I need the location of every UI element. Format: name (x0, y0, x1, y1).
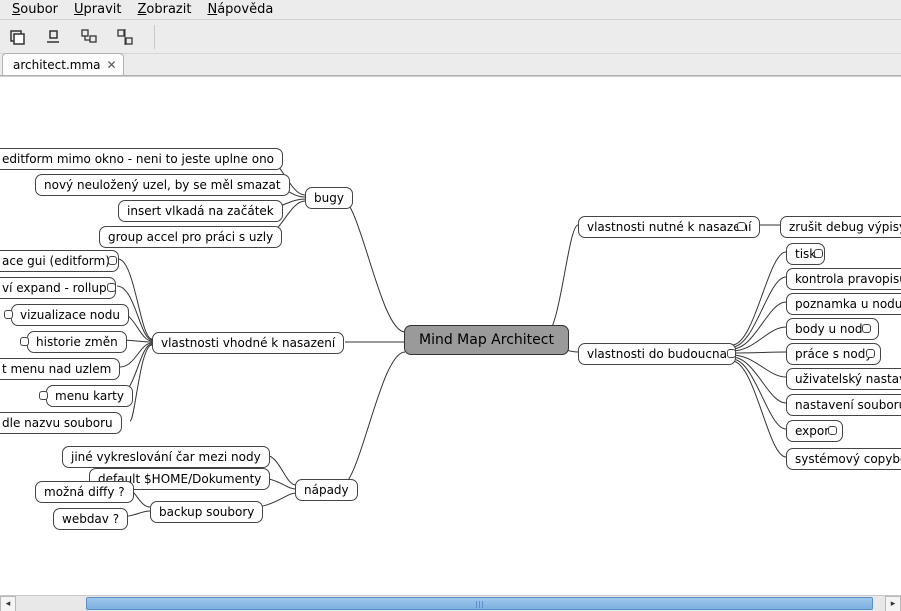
scroll-left-button[interactable]: ◂ (0, 596, 16, 611)
node-bugy-child-1[interactable]: nový neuložený uzel, by se měl smazat (35, 174, 290, 196)
node-backup[interactable]: backup soubory (150, 501, 263, 523)
node-napady-child-0[interactable]: jiné vykreslování čar mezi nody (62, 446, 270, 468)
node-vhodne-child-5[interactable]: menu karty (46, 385, 133, 407)
expand-handle[interactable] (107, 283, 116, 292)
expand-handle[interactable] (866, 349, 875, 358)
expand-handle[interactable] (737, 222, 746, 231)
expand-handle[interactable] (862, 324, 871, 333)
toolbar-btn-4[interactable] (114, 26, 136, 48)
toolbar-btn-2[interactable] (42, 26, 64, 48)
scroll-thumb[interactable] (86, 597, 873, 610)
expand-handle[interactable] (108, 256, 117, 265)
expand-handle[interactable] (828, 426, 837, 435)
expand-handle[interactable] (20, 337, 29, 346)
tabstrip: architect.mma ✕ (0, 54, 901, 76)
node-backup-child-0[interactable]: možná diffy ? (35, 481, 134, 503)
node-bud-child-6[interactable]: nastavení souboru (786, 394, 901, 416)
node-napady[interactable]: nápady (295, 479, 358, 501)
menu-edit[interactable]: Upravit (66, 1, 129, 18)
toolbar-separator (154, 25, 155, 49)
node-bugy-child-2[interactable]: insert vlkadá na začátek (118, 200, 283, 222)
menu-file[interactable]: Soubor (4, 1, 66, 18)
node-budoucna[interactable]: vlastnosti do budoucna (578, 343, 736, 365)
node-bud-child-5[interactable]: uživatelský nastave (786, 368, 901, 390)
expand-handle[interactable] (727, 349, 736, 358)
node-bugy-child-0[interactable]: editform mimo okno - neni to jeste uplne… (0, 148, 283, 170)
menu-view[interactable]: Zobrazit (130, 1, 200, 18)
node-vhodne-child-2[interactable]: vizualizace nodu (11, 304, 129, 326)
node-vhodne-child-0[interactable]: ace gui (editform) (0, 250, 119, 272)
node-nutne[interactable]: vlastnosti nutné k nasazení (578, 216, 760, 238)
node-bud-child-1[interactable]: kontrola pravopisu (786, 268, 901, 290)
menu-help[interactable]: Nápověda (199, 1, 281, 18)
node-vhodne-child-6[interactable]: dle nazvu souboru (0, 412, 122, 434)
node-backup-child-1[interactable]: webdav ? (53, 508, 128, 530)
scroll-right-button[interactable]: ▸ (885, 596, 901, 611)
menubar: Soubor Upravit Zobrazit Nápověda (0, 0, 901, 20)
expand-handle[interactable] (4, 310, 13, 319)
scroll-track[interactable] (16, 596, 885, 611)
toolbar-btn-1[interactable] (6, 26, 28, 48)
expand-handle[interactable] (814, 249, 823, 258)
toolbar-btn-3[interactable] (78, 26, 100, 48)
node-bugy[interactable]: bugy (305, 187, 353, 209)
node-vhodne-child-3[interactable]: historie změn (27, 331, 127, 353)
expand-handle[interactable] (39, 391, 48, 400)
toolbar (0, 20, 901, 54)
node-root[interactable]: Mind Map Architect (404, 325, 569, 355)
node-bud-child-8[interactable]: systémový copybor (786, 448, 901, 470)
node-bugy-child-3[interactable]: group accel pro práci s uzly (99, 226, 282, 248)
node-bud-child-2[interactable]: poznamka u nodu (786, 293, 901, 315)
close-icon[interactable]: ✕ (107, 58, 117, 72)
node-zrusit[interactable]: zrušit debug výpisy (780, 216, 901, 238)
node-vhodne-child-4[interactable]: t menu nad uzlem (0, 358, 120, 380)
node-vhodne-child-1[interactable]: ví expand - rollup (0, 277, 116, 299)
tab-architect[interactable]: architect.mma ✕ (2, 53, 124, 75)
mindmap-canvas[interactable]: Mind Map Architect bugy editform mimo ok… (0, 76, 901, 595)
node-vhodne[interactable]: vlastnosti vhodné k nasazení (152, 332, 344, 354)
tab-title: architect.mma (13, 58, 101, 72)
horizontal-scrollbar[interactable]: ◂ ▸ (0, 595, 901, 611)
